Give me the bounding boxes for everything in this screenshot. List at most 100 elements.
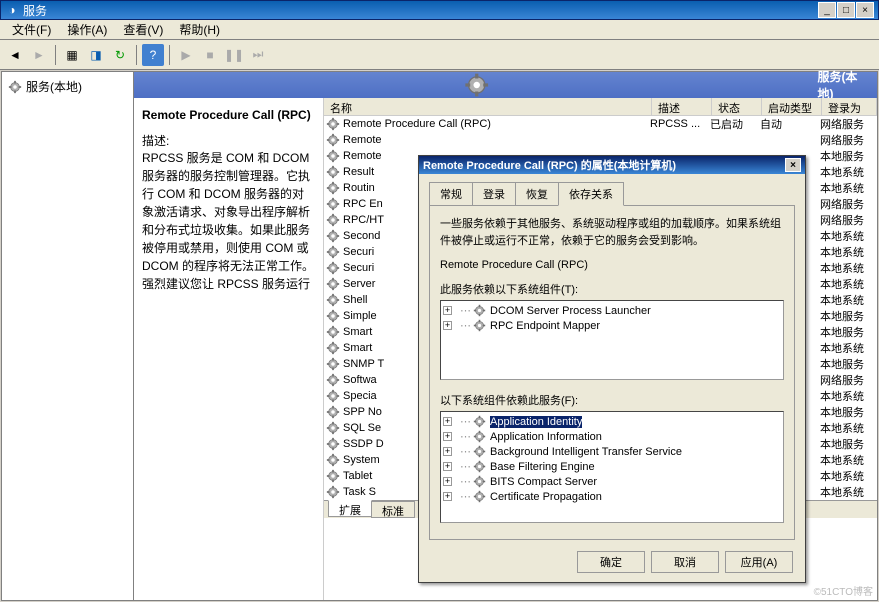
dialog-close-button[interactable]: × <box>785 158 801 172</box>
start-button[interactable]: ▶ <box>175 44 197 66</box>
refresh-button[interactable]: ↻ <box>109 44 131 66</box>
gear-icon <box>326 485 340 499</box>
ok-button[interactable]: 确定 <box>577 551 645 573</box>
expand-icon[interactable]: + <box>443 492 452 501</box>
maximize-button[interactable]: □ <box>837 2 855 18</box>
menubar: 文件(F) 操作(A) 查看(V) 帮助(H) <box>0 20 879 40</box>
gear-icon <box>326 229 340 243</box>
stop-button[interactable]: ■ <box>199 44 221 66</box>
apply-button[interactable]: 应用(A) <box>725 551 793 573</box>
dialog-service-name: Remote Procedure Call (RPC) <box>440 259 784 271</box>
gear-icon <box>473 304 486 317</box>
tree-item[interactable]: +⋯Background Intelligent Transfer Servic… <box>443 444 781 459</box>
expand-icon[interactable]: + <box>443 462 452 471</box>
tree-item[interactable]: +⋯Application Information <box>443 429 781 444</box>
watermark: ©51CTO博客 <box>814 583 873 598</box>
expand-icon[interactable]: + <box>443 477 452 486</box>
col-logon[interactable]: 登录为 <box>822 98 877 115</box>
gear-icon <box>326 117 340 131</box>
gear-icon <box>326 181 340 195</box>
description-panel: Remote Procedure Call (RPC) 描述: RPCSS 服务… <box>134 98 324 600</box>
gear-icon <box>326 165 340 179</box>
tab-recovery[interactable]: 恢复 <box>515 182 559 206</box>
dialog-title: Remote Procedure Call (RPC) 的属性(本地计算机) <box>423 157 785 173</box>
gear-icon <box>326 309 340 323</box>
tab-extended[interactable]: 扩展 <box>328 500 372 517</box>
col-name[interactable]: 名称 <box>324 98 652 115</box>
tree-item[interactable]: +⋯DCOM Server Process Launcher <box>443 303 781 318</box>
expand-icon[interactable]: + <box>443 321 452 330</box>
col-state[interactable]: 状态 <box>712 98 762 115</box>
depended-by-label: 以下系统组件依赖此服务(F): <box>440 392 784 408</box>
gear-icon <box>142 72 811 98</box>
gear-icon <box>326 133 340 147</box>
gear-icon <box>326 213 340 227</box>
gear-icon <box>473 445 486 458</box>
gear-icon <box>326 437 340 451</box>
col-start[interactable]: 启动类型 <box>762 98 822 115</box>
gear-icon <box>326 261 340 275</box>
tree-item[interactable]: +⋯Certificate Propagation <box>443 489 781 504</box>
tree-pane: 服务(本地) <box>2 72 134 600</box>
description-label: 描述: <box>142 132 315 149</box>
service-row[interactable]: Remote 网络服务 <box>324 132 877 148</box>
menu-file[interactable]: 文件(F) <box>4 19 59 40</box>
export-button[interactable]: ◨ <box>85 44 107 66</box>
menu-view[interactable]: 查看(V) <box>115 19 171 40</box>
header-bar: 服务(本地) <box>134 72 877 98</box>
app-icon: ◑ <box>5 3 19 17</box>
gear-icon <box>326 149 340 163</box>
tab-dependencies[interactable]: 依存关系 <box>558 182 624 206</box>
tree-item[interactable]: +⋯Base Filtering Engine <box>443 459 781 474</box>
cancel-button[interactable]: 取消 <box>651 551 719 573</box>
gear-icon <box>473 475 486 488</box>
expand-icon[interactable]: + <box>443 432 452 441</box>
gear-icon <box>473 430 486 443</box>
tree-item[interactable]: +⋯BITS Compact Server <box>443 474 781 489</box>
tree-root[interactable]: 服务(本地) <box>6 76 129 97</box>
expand-icon[interactable]: + <box>443 417 452 426</box>
gear-icon <box>473 490 486 503</box>
tree-item[interactable]: +⋯Application Identity <box>443 414 781 429</box>
menu-action[interactable]: 操作(A) <box>59 19 115 40</box>
gear-icon <box>326 245 340 259</box>
gear-icon <box>326 293 340 307</box>
tree-item[interactable]: +⋯RPC Endpoint Mapper <box>443 318 781 333</box>
gear-icon <box>326 469 340 483</box>
gear-icon <box>326 277 340 291</box>
dialog-tabs: 常规 登录 恢复 依存关系 <box>429 182 795 206</box>
gear-icon <box>326 341 340 355</box>
tab-general[interactable]: 常规 <box>429 182 473 206</box>
minimize-button[interactable]: _ <box>818 2 836 18</box>
gear-icon <box>473 415 486 428</box>
dialog-titlebar[interactable]: Remote Procedure Call (RPC) 的属性(本地计算机) × <box>419 156 805 174</box>
show-hide-button[interactable]: ▦ <box>61 44 83 66</box>
col-desc[interactable]: 描述 <box>652 98 712 115</box>
menu-help[interactable]: 帮助(H) <box>171 19 228 40</box>
depends-on-label: 此服务依赖以下系统组件(T): <box>440 281 784 297</box>
help-button[interactable]: ? <box>142 44 164 66</box>
gear-icon <box>473 319 486 332</box>
back-button[interactable]: ◄ <box>4 44 26 66</box>
expand-icon[interactable]: + <box>443 306 452 315</box>
service-row[interactable]: Remote Procedure Call (RPC) RPCSS ... 已启… <box>324 116 877 132</box>
tab-logon[interactable]: 登录 <box>472 182 516 206</box>
depended-by-tree[interactable]: +⋯Application Identity+⋯Application Info… <box>440 411 784 523</box>
gear-icon <box>326 405 340 419</box>
depends-on-tree[interactable]: +⋯DCOM Server Process Launcher+⋯RPC Endp… <box>440 300 784 380</box>
expand-icon[interactable]: + <box>443 447 452 456</box>
dependency-info: 一些服务依赖于其他服务、系统驱动程序或组的加载顺序。如果系统组件被停止或运行不正… <box>440 216 784 249</box>
pause-button[interactable]: ❚❚ <box>223 44 245 66</box>
titlebar: ◑ 服务 _ □ × <box>0 0 879 20</box>
gear-icon <box>326 373 340 387</box>
gear-icon <box>326 357 340 371</box>
description-text: RPCSS 服务是 COM 和 DCOM 服务器的服务控制管理器。它执行 COM… <box>142 149 315 293</box>
tab-standard[interactable]: 标准 <box>371 501 415 518</box>
toolbar: ◄ ► ▦ ◨ ↻ ? ▶ ■ ❚❚ ⏭ <box>0 40 879 70</box>
gear-icon <box>326 197 340 211</box>
close-button[interactable]: × <box>856 2 874 18</box>
selected-service-name: Remote Procedure Call (RPC) <box>142 108 315 122</box>
restart-button[interactable]: ⏭ <box>247 44 269 66</box>
properties-dialog: Remote Procedure Call (RPC) 的属性(本地计算机) ×… <box>418 155 806 583</box>
forward-button[interactable]: ► <box>28 44 50 66</box>
